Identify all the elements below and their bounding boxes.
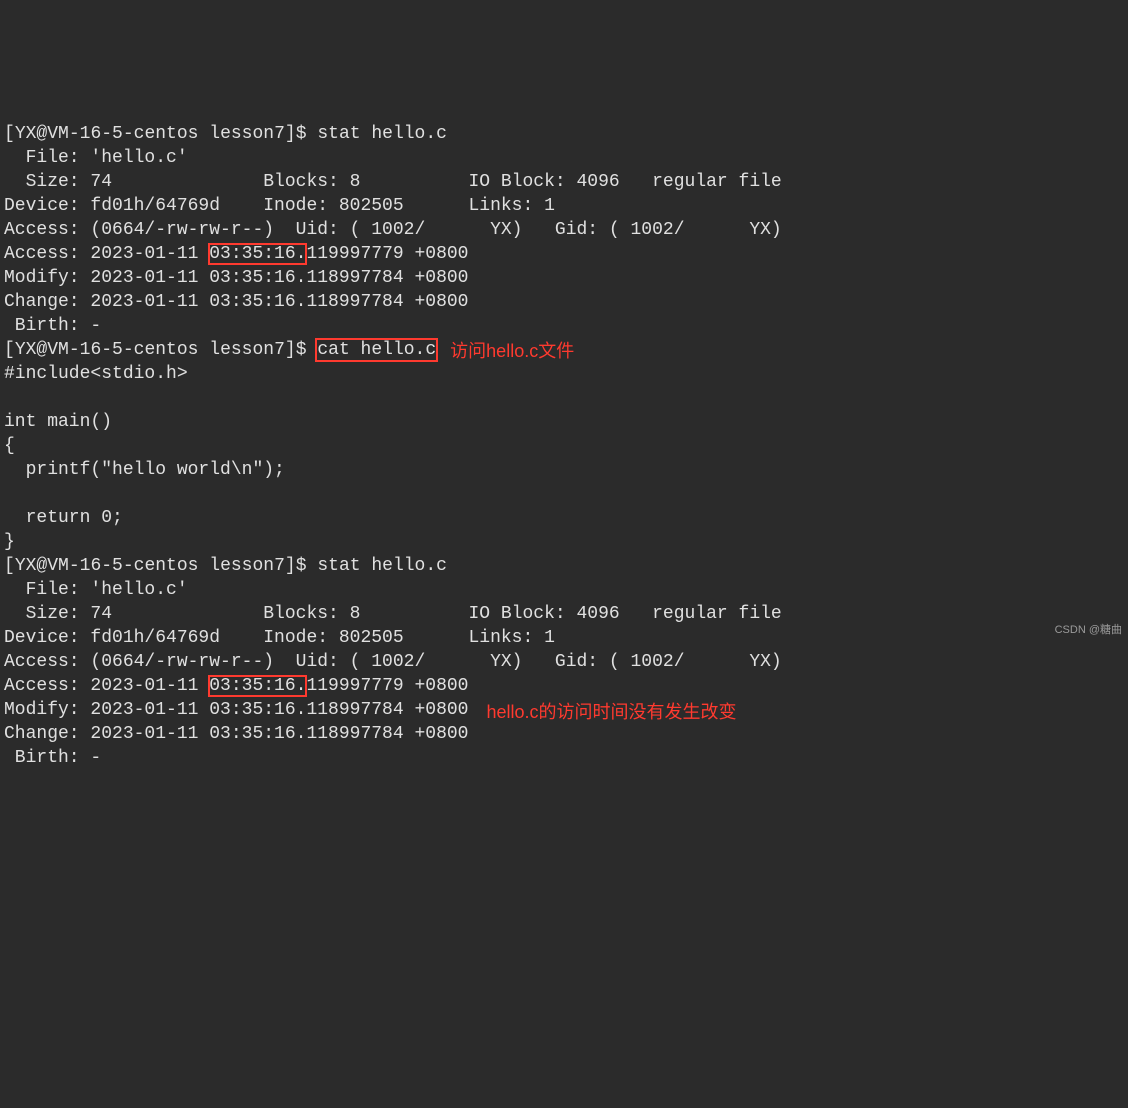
src-l4: {: [4, 436, 15, 456]
stat1-perm: Access: (0664/-rw-rw-r--) Uid: ( 1002/ Y…: [4, 220, 782, 240]
src-l7: return 0;: [4, 508, 123, 528]
stat1-access-time-highlight: 03:35:16.: [209, 244, 306, 264]
stat2-access-time-highlight: 03:35:16.: [209, 676, 306, 696]
stat1-device: Device: fd01h/64769d Inode: 802505 Links…: [4, 196, 555, 216]
cmd-stat-1: stat hello.c: [317, 124, 447, 144]
stat1-birth: Birth: -: [4, 316, 101, 336]
prompt-1: [YX@VM-16-5-centos lesson7]$: [4, 124, 317, 144]
stat1-change: Change: 2023-01-11 03:35:16.118997784 +0…: [4, 292, 468, 312]
stat2-device: Device: fd01h/64769d Inode: 802505 Links…: [4, 628, 555, 648]
prompt-3: [YX@VM-16-5-centos lesson7]$: [4, 556, 317, 576]
stat2-change: Change: 2023-01-11 03:35:16.118997784 +0…: [4, 724, 468, 744]
stat2-birth: Birth: -: [4, 748, 101, 768]
prompt-2: [YX@VM-16-5-centos lesson7]$: [4, 340, 317, 360]
stat1-file: File: 'hello.c': [4, 148, 188, 168]
src-l8: }: [4, 532, 15, 552]
cmd-stat-2: stat hello.c: [317, 556, 447, 576]
watermark: CSDN @糖曲: [1055, 618, 1122, 642]
stat2-access: Access: 2023-01-11 03:35:16.119997779 +0…: [4, 676, 468, 696]
stat2-modify: Modify: 2023-01-11 03:35:16.118997784 +0…: [4, 700, 468, 720]
stat2-size: Size: 74 Blocks: 8 IO Block: 4096 regula…: [4, 604, 782, 624]
stat1-size: Size: 74 Blocks: 8 IO Block: 4096 regula…: [4, 172, 782, 192]
src-l5: printf("hello world\n");: [4, 460, 285, 480]
stat1-access: Access: 2023-01-11 03:35:16.119997779 +0…: [4, 244, 468, 264]
terminal[interactable]: [YX@VM-16-5-centos lesson7]$ stat hello.…: [0, 96, 1128, 772]
src-l1: #include<stdio.h>: [4, 364, 188, 384]
cmd-cat: cat hello.c: [317, 340, 436, 360]
src-l3: int main(): [4, 412, 112, 432]
stat2-perm: Access: (0664/-rw-rw-r--) Uid: ( 1002/ Y…: [4, 652, 782, 672]
stat1-modify: Modify: 2023-01-11 03:35:16.118997784 +0…: [4, 268, 468, 288]
stat2-file: File: 'hello.c': [4, 580, 188, 600]
